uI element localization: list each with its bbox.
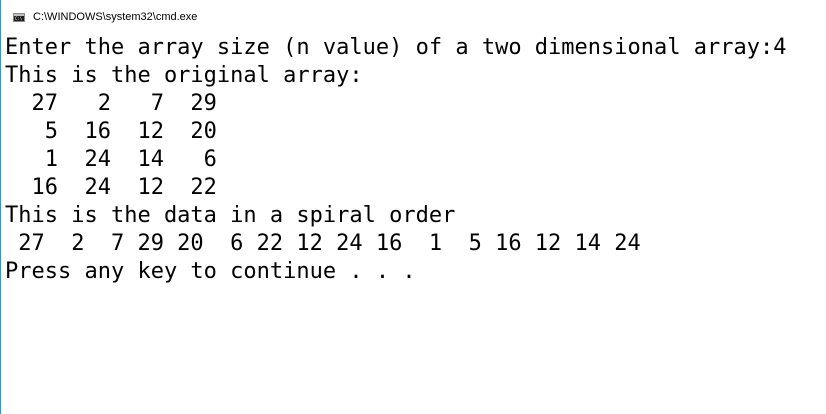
window-title: C:\WINDOWS\system32\cmd.exe xyxy=(33,11,198,23)
console-line: 16 24 12 22 xyxy=(5,175,217,200)
console-line: 27 2 7 29 xyxy=(5,91,217,116)
console-output-area[interactable]: Enter the array size (n value) of a two … xyxy=(5,34,820,414)
console-line: Press any key to continue . . . xyxy=(5,259,416,284)
console-line: 5 16 12 20 xyxy=(5,119,217,144)
cmd-window: C:\ C:\WINDOWS\system32\cmd.exe Enter th… xyxy=(0,0,826,414)
console-line: Enter the array size (n value) of a two … xyxy=(5,35,787,60)
title-bar[interactable]: C:\ C:\WINDOWS\system32\cmd.exe xyxy=(1,0,826,34)
console-line: This is the data in a spiral order xyxy=(5,203,456,228)
cmd-console-icon[interactable]: C:\ xyxy=(13,13,25,22)
console-line: This is the original array: xyxy=(5,63,363,88)
console-text: Enter the array size (n value) of a two … xyxy=(5,34,820,286)
console-line: 27 2 7 29 20 6 22 12 24 16 1 5 16 12 14 … xyxy=(5,231,641,256)
console-line: 1 24 14 6 xyxy=(5,147,217,172)
